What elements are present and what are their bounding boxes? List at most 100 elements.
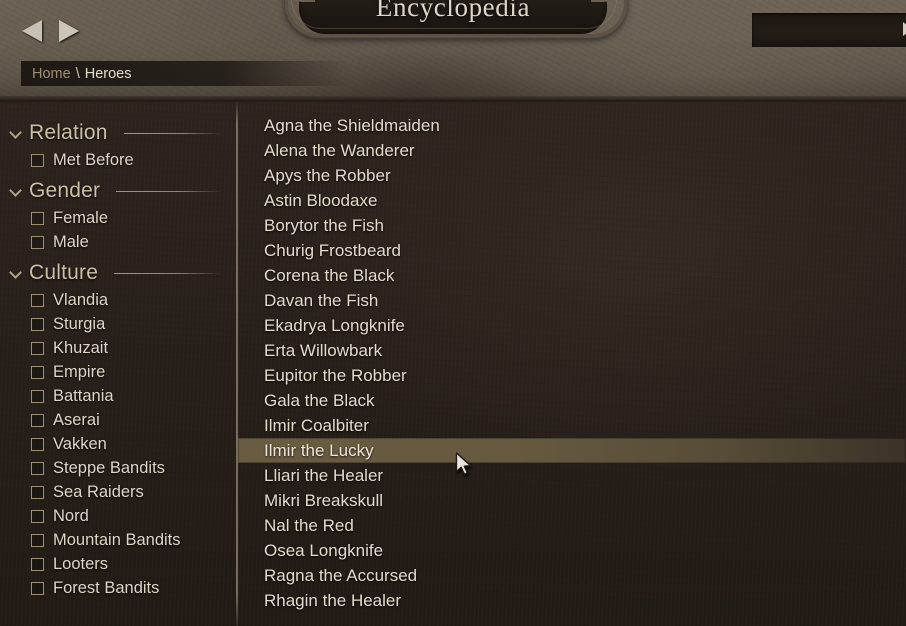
list-item[interactable]: Churig Frostbeard [238, 238, 906, 263]
filter-group-label: Relation [29, 121, 108, 144]
list-item[interactable]: Nal the Red [238, 513, 906, 538]
filter-option-battania[interactable]: Battania [0, 384, 236, 408]
list-item-label: Ilmir Coalbiter [264, 415, 369, 435]
filter-option-met-before[interactable]: Met Before [0, 148, 236, 172]
filter-option-label: Forest Bandits [53, 578, 160, 597]
checkbox[interactable] [31, 437, 44, 451]
encyclopedia-screen: Encyclopedia Home \ Heroes Relation Met B… [0, 0, 906, 626]
list-item[interactable]: Davan the Fish [238, 288, 906, 313]
checkbox[interactable] [31, 557, 44, 571]
list-item-label: Rhagin the Healer [264, 590, 402, 610]
arrow-left-icon[interactable] [22, 17, 46, 45]
breadcrumb: Home \ Heroes [21, 61, 351, 86]
filter-option-khuzait[interactable]: Khuzait [0, 336, 236, 360]
filter-option-label: Sturgia [53, 314, 106, 333]
filter-group-culture: Culture Vlandia Sturgia Khuzait Empire Battan… [0, 258, 236, 600]
filter-option-label: Nord [53, 506, 89, 525]
chevron-down-icon [11, 268, 22, 279]
list-item[interactable]: Erta Willowbark [238, 338, 906, 363]
breadcrumb-current[interactable]: Heroes [85, 66, 132, 82]
checkbox[interactable] [31, 485, 44, 499]
filter-option-female[interactable]: Female [0, 206, 236, 230]
filter-option-forest-bandits[interactable]: Forest Bandits [0, 576, 236, 600]
filter-option-label: Steppe Bandits [53, 458, 165, 477]
breadcrumb-home[interactable]: Home [32, 66, 71, 82]
list-item-label: Erta Willowbark [264, 340, 383, 360]
list-item[interactable]: Ragna the Accursed [238, 563, 906, 588]
checkbox[interactable] [31, 413, 44, 427]
list-item[interactable]: Astin Bloodaxe [238, 188, 906, 213]
filter-option-male[interactable]: Male [0, 230, 236, 254]
list-item[interactable]: Lliari the Healer [238, 463, 906, 488]
filter-group-header-gender[interactable]: Gender [0, 176, 236, 206]
list-item-label: Ilmir the Lucky [264, 440, 374, 460]
list-item[interactable]: Apys the Robber [238, 163, 906, 188]
list-item[interactable]: Corena the Black [238, 263, 906, 288]
filter-group-label: Culture [29, 261, 99, 284]
filter-group-header-relation[interactable]: Relation [0, 118, 236, 148]
checkbox[interactable] [31, 235, 44, 249]
filter-option-vakken[interactable]: Vakken [0, 432, 236, 456]
filter-option-label: Met Before [53, 150, 134, 169]
filter-option-nord[interactable]: Nord [0, 504, 236, 528]
navigation-arrows [22, 17, 83, 45]
filter-option-vlandia[interactable]: Vlandia [0, 288, 236, 312]
filter-group-header-culture[interactable]: Culture [0, 258, 236, 288]
checkbox[interactable] [31, 509, 44, 523]
list-item[interactable]: Mikri Breakskull [238, 488, 906, 513]
chevron-down-icon [11, 186, 22, 197]
filter-option-label: Battania [53, 386, 114, 405]
list-item-label: Churig Frostbeard [264, 240, 402, 260]
checkbox[interactable] [31, 581, 44, 595]
filter-option-looters[interactable]: Looters [0, 552, 236, 576]
list-item-label: Borytor the Fish [264, 215, 384, 235]
filter-sidebar[interactable]: Relation Met Before Gender Female Male Cultur… [0, 102, 236, 626]
checkbox[interactable] [31, 293, 44, 307]
content-area: Relation Met Before Gender Female Male Cultur… [0, 102, 906, 626]
list-item-label: Ragna the Accursed [264, 565, 418, 585]
filter-group-gender: Gender Female Male [0, 176, 236, 254]
checkbox[interactable] [31, 389, 44, 403]
arrow-right-icon[interactable] [59, 17, 83, 45]
filter-option-empire[interactable]: Empire [0, 360, 236, 384]
list-item-label: Alena the Wanderer [264, 140, 415, 160]
checkbox[interactable] [31, 365, 44, 379]
checkbox[interactable] [31, 341, 44, 355]
list-item[interactable]: Ilmir the Lucky [238, 438, 906, 463]
filter-option-label: Looters [53, 554, 109, 573]
list-item-label: Osea Longknife [264, 540, 384, 560]
breadcrumb-separator: \ [75, 65, 80, 82]
checkbox[interactable] [31, 461, 44, 475]
filter-option-mountain-bandits[interactable]: Mountain Bandits [0, 528, 236, 552]
header-bottom-edge [0, 96, 906, 100]
list-item-label: Eupitor the Robber [264, 365, 407, 385]
filter-option-label: Mountain Bandits [53, 530, 181, 549]
filter-option-label: Vakken [53, 434, 107, 453]
list-item[interactable]: Borytor the Fish [238, 213, 906, 238]
vertical-divider [236, 102, 238, 626]
list-item[interactable]: Agna the Shieldmaiden [238, 113, 906, 138]
checkbox[interactable] [31, 211, 44, 225]
search-box[interactable] [752, 13, 906, 47]
list-item[interactable]: Ekadrya Longknife [238, 313, 906, 338]
filter-option-steppe-bandits[interactable]: Steppe Bandits [0, 456, 236, 480]
checkbox[interactable] [31, 317, 44, 331]
checkbox[interactable] [31, 153, 44, 167]
list-item-label: Davan the Fish [264, 290, 379, 310]
filter-option-sea-raiders[interactable]: Sea Raiders [0, 480, 236, 504]
hero-list[interactable]: Agna the Shieldmaiden Alena the Wanderer A… [238, 102, 906, 626]
list-item[interactable]: Gala the Black [238, 388, 906, 413]
list-item-label: Mikri Breakskull [264, 490, 384, 510]
filter-group-rule [114, 272, 222, 274]
filter-option-aserai[interactable]: Aserai [0, 408, 236, 432]
list-item[interactable]: Rhagin the Healer [238, 588, 906, 613]
list-item[interactable]: Eupitor the Robber [238, 363, 906, 388]
list-item-label: Lliari the Healer [264, 465, 384, 485]
checkbox[interactable] [31, 533, 44, 547]
list-item[interactable]: Alena the Wanderer [238, 138, 906, 163]
list-item[interactable]: Osea Longknife [238, 538, 906, 563]
filter-option-sturgia[interactable]: Sturgia [0, 312, 236, 336]
search-input[interactable] [752, 13, 906, 47]
list-item-label: Corena the Black [264, 265, 395, 285]
list-item[interactable]: Ilmir Coalbiter [238, 413, 906, 438]
